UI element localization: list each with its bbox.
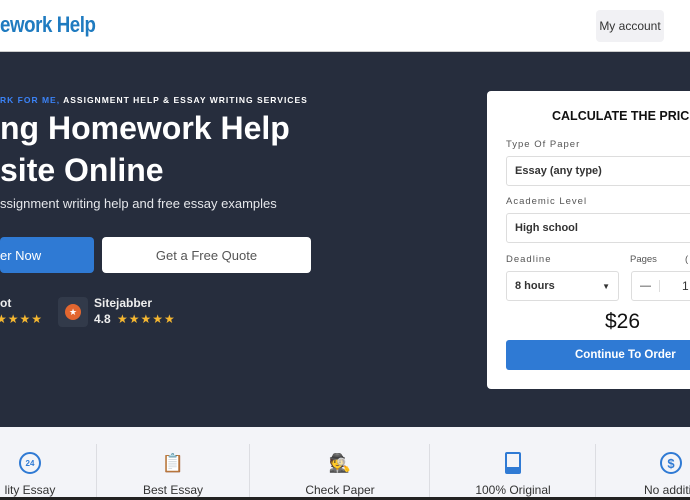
- paper-icon: [505, 449, 521, 477]
- level-label: Academic Level: [506, 196, 588, 207]
- order-now-button[interactable]: er Now: [0, 237, 94, 273]
- sitejabber-icon: ★: [58, 297, 88, 327]
- eyebrow-text: ASSIGNMENT HELP & ESSAY WRITING SERVICES: [63, 95, 308, 105]
- feature-item: 🕵 Check Paper: [290, 427, 390, 498]
- sitejabber-stars: ★★★★★: [117, 312, 176, 326]
- features-strip: 24 lity Essay 📋 Best Essay 🕵 Check Paper…: [0, 427, 690, 497]
- type-of-paper-select[interactable]: Essay (any type): [506, 156, 690, 186]
- feature-label: Check Paper: [305, 483, 375, 497]
- minus-button[interactable]: —: [632, 280, 660, 292]
- eyebrow-link: RK FOR ME,: [0, 95, 61, 105]
- pages-label: Pages: [630, 254, 657, 265]
- deadline-select[interactable]: 8 hours ▼: [506, 271, 619, 301]
- hero-subtitle: ssignment writing help and free essay ex…: [0, 196, 277, 211]
- divider: [595, 444, 596, 497]
- deadline-label: Deadline: [506, 254, 552, 265]
- hero-eyebrow: RK FOR ME, ASSIGNMENT HELP & ESSAY WRITI…: [0, 95, 308, 105]
- price-calculator: CALCULATE THE PRIC Type Of Paper Essay (…: [487, 91, 690, 389]
- feature-item: 📋 Best Essay: [123, 427, 223, 498]
- divider: [249, 444, 250, 497]
- free-quote-button[interactable]: Get a Free Quote: [102, 237, 311, 273]
- site-header: ework Help My account: [0, 0, 690, 52]
- price: $26: [605, 310, 641, 333]
- clipboard-icon: 📋: [161, 452, 185, 473]
- logo[interactable]: ework Help: [0, 12, 96, 38]
- divider: [96, 444, 97, 497]
- sitejabber-name[interactable]: Sitejabber: [94, 296, 152, 310]
- feature-item: 100% Original: [463, 427, 563, 497]
- feature-item: 24 lity Essay: [0, 427, 80, 497]
- pages-extra: (: [685, 254, 690, 265]
- review-name: ot: [0, 296, 12, 310]
- feature-label: lity Essay: [4, 483, 56, 497]
- feature-label: No additio: [643, 483, 690, 497]
- my-account-button[interactable]: My account: [596, 10, 664, 42]
- divider: [429, 444, 430, 497]
- feature-item: $ No additio: [621, 427, 690, 497]
- pages-value[interactable]: 1: [682, 279, 689, 293]
- type-label: Type Of Paper: [506, 139, 581, 150]
- clock-24-icon: 24: [19, 449, 41, 477]
- spy-icon: 🕵: [328, 452, 352, 473]
- no-dollar-icon: $: [660, 449, 682, 477]
- calculator-title: CALCULATE THE PRIC: [552, 109, 690, 123]
- feature-label: 100% Original: [475, 483, 551, 497]
- academic-level-select[interactable]: High school: [506, 213, 690, 243]
- hero-title-line1: ng Homework Help: [0, 110, 290, 146]
- hero-title-line2: site Online: [0, 152, 164, 188]
- review-stars: ★★★★: [0, 312, 44, 326]
- sitejabber-rating: 4.8: [94, 312, 111, 326]
- deadline-value: 8 hours: [515, 280, 555, 292]
- continue-to-order-button[interactable]: Continue To Order: [506, 340, 690, 370]
- pages-stepper[interactable]: — 1: [631, 271, 690, 301]
- feature-label: Best Essay: [142, 483, 204, 497]
- dropdown-arrow-icon: ▼: [602, 281, 610, 291]
